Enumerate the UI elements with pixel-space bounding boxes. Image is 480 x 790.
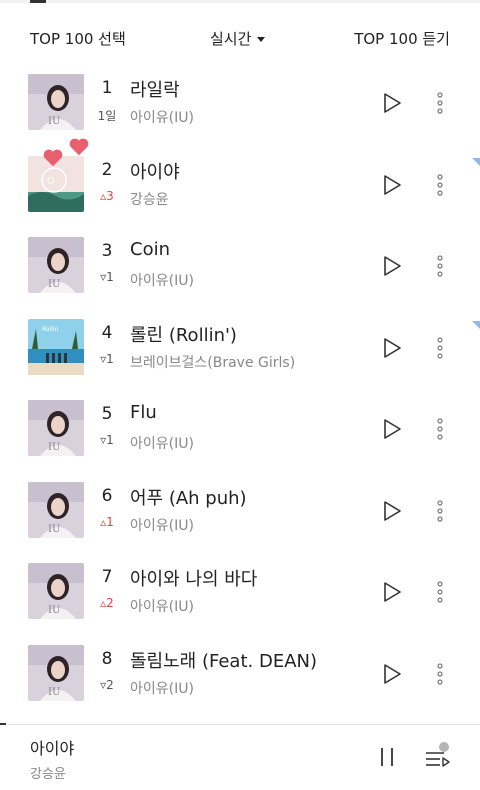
more-options-icon[interactable] bbox=[432, 172, 448, 198]
song-title: 라일락 bbox=[130, 80, 180, 101]
song-title: Flu bbox=[130, 402, 157, 423]
now-playing-title: 아이야 bbox=[30, 739, 75, 758]
rank-change: ▵3 bbox=[100, 188, 114, 203]
svg-text:IU: IU bbox=[48, 116, 60, 127]
svg-text:IU: IU bbox=[48, 524, 60, 535]
song-row[interactable]: IU 6 ▵1 어푸 (Ah puh) 아이유(IU) bbox=[0, 470, 480, 552]
song-row[interactable]: Rollin 4 ▿1 롤린 (Rollin') 브레이브걸스(Brave Gi… bbox=[0, 307, 480, 389]
song-rank: 3 bbox=[101, 241, 113, 261]
album-art[interactable]: IU bbox=[28, 481, 84, 538]
caret-down-icon bbox=[257, 37, 266, 42]
mini-player[interactable]: 아이야 강승윤 bbox=[0, 725, 480, 790]
song-title: 돌림노래 (Feat. DEAN) bbox=[130, 650, 317, 672]
song-title: 아이와 나의 바다 bbox=[130, 569, 258, 590]
play-icon[interactable] bbox=[380, 662, 404, 686]
chart-header: TOP 100 선택 실시간 TOP 100 듣기 bbox=[0, 18, 480, 58]
song-title: 롤린 (Rollin') bbox=[130, 324, 237, 346]
rank-change: ▿1 bbox=[100, 433, 114, 447]
song-rank: 5 bbox=[101, 404, 113, 424]
song-rank: 8 bbox=[101, 648, 113, 669]
song-title: 어푸 (Ah puh) bbox=[130, 487, 247, 509]
album-art[interactable]: IU bbox=[28, 644, 84, 701]
song-rank: 4 bbox=[101, 322, 113, 343]
song-rank: 1 bbox=[101, 78, 113, 98]
top-indicator bbox=[30, 0, 46, 3]
chart-mode-dropdown[interactable]: 실시간 bbox=[210, 28, 266, 49]
song-artist[interactable]: 아이유(IU) bbox=[130, 270, 194, 290]
play-icon[interactable] bbox=[380, 91, 404, 115]
chart-mode-label: 실시간 bbox=[210, 30, 252, 48]
svg-text:IU: IU bbox=[48, 687, 60, 698]
heart-icon bbox=[43, 149, 63, 166]
svg-text:IU: IU bbox=[48, 442, 60, 453]
play-icon[interactable] bbox=[380, 417, 404, 441]
top-border bbox=[0, 0, 480, 3]
more-options-icon[interactable] bbox=[432, 498, 448, 524]
rank-change: ▿1 bbox=[100, 270, 114, 284]
svg-text:IU: IU bbox=[48, 605, 60, 616]
song-row[interactable]: IU 7 ▵2 아이와 나의 바다 아이유(IU) bbox=[0, 551, 480, 633]
song-artist[interactable]: 아이유(IU) bbox=[130, 515, 194, 535]
song-list: IU 1 1일 라일락 아이유(IU) O 2 ▵3 아이야 강승윤 IU 3 … bbox=[0, 62, 480, 714]
album-art[interactable]: IU bbox=[28, 400, 84, 456]
corner-tag bbox=[472, 157, 480, 166]
song-row[interactable]: IU 1 1일 라일락 아이유(IU) bbox=[0, 62, 480, 144]
svg-text:Rollin: Rollin bbox=[42, 326, 59, 333]
play-icon[interactable] bbox=[380, 254, 404, 278]
song-artist[interactable]: 아이유(IU) bbox=[130, 107, 194, 127]
rank-change: ▵2 bbox=[100, 596, 114, 610]
song-row[interactable]: O 2 ▵3 아이야 강승윤 bbox=[0, 138, 480, 226]
rank-change: ▿1 bbox=[100, 351, 114, 366]
song-row[interactable]: IU 8 ▿2 돌림노래 (Feat. DEAN) 아이유(IU) bbox=[0, 633, 480, 715]
heart-icon bbox=[69, 138, 89, 155]
album-art[interactable]: IU bbox=[28, 237, 84, 293]
song-rank: 6 bbox=[101, 485, 113, 506]
pause-icon[interactable] bbox=[376, 745, 398, 769]
song-row[interactable]: IU 3 ▿1 Coin 아이유(IU) bbox=[0, 225, 480, 307]
song-row[interactable]: IU 5 ▿1 Flu 아이유(IU) bbox=[0, 388, 480, 470]
song-rank: 2 bbox=[101, 159, 113, 180]
more-options-icon[interactable] bbox=[432, 416, 448, 442]
playlist-icon[interactable] bbox=[424, 741, 452, 771]
song-rank: 7 bbox=[101, 567, 113, 587]
album-art[interactable]: IU bbox=[28, 74, 84, 130]
more-options-icon[interactable] bbox=[432, 661, 448, 687]
song-artist[interactable]: 브레이브걸스(Brave Girls) bbox=[130, 352, 295, 372]
listen-top100-button[interactable]: TOP 100 듣기 bbox=[354, 28, 450, 49]
play-icon[interactable] bbox=[380, 499, 404, 523]
rank-change: ▿2 bbox=[100, 677, 114, 692]
play-icon[interactable] bbox=[380, 580, 404, 604]
song-artist[interactable]: 강승윤 bbox=[130, 189, 169, 209]
more-options-icon[interactable] bbox=[432, 90, 448, 116]
corner-tag bbox=[472, 320, 480, 329]
rank-change: 1일 bbox=[97, 109, 117, 123]
album-art[interactable]: IU bbox=[28, 563, 84, 619]
select-top100-button[interactable]: TOP 100 선택 bbox=[30, 28, 126, 49]
svg-text:IU: IU bbox=[48, 279, 60, 290]
song-artist[interactable]: 아이유(IU) bbox=[130, 596, 194, 616]
play-icon[interactable] bbox=[380, 336, 404, 360]
song-title: Coin bbox=[130, 239, 170, 260]
more-options-icon[interactable] bbox=[432, 579, 448, 605]
play-icon[interactable] bbox=[380, 173, 404, 197]
now-playing-artist: 강승윤 bbox=[30, 767, 66, 782]
song-title: 아이야 bbox=[130, 161, 180, 183]
svg-text:O: O bbox=[47, 176, 55, 187]
album-art[interactable]: Rollin bbox=[28, 318, 84, 375]
song-artist[interactable]: 아이유(IU) bbox=[130, 678, 194, 698]
rank-change: ▵1 bbox=[100, 514, 114, 529]
more-options-icon[interactable] bbox=[432, 253, 448, 279]
song-artist[interactable]: 아이유(IU) bbox=[130, 433, 194, 453]
more-options-icon[interactable] bbox=[432, 335, 448, 361]
